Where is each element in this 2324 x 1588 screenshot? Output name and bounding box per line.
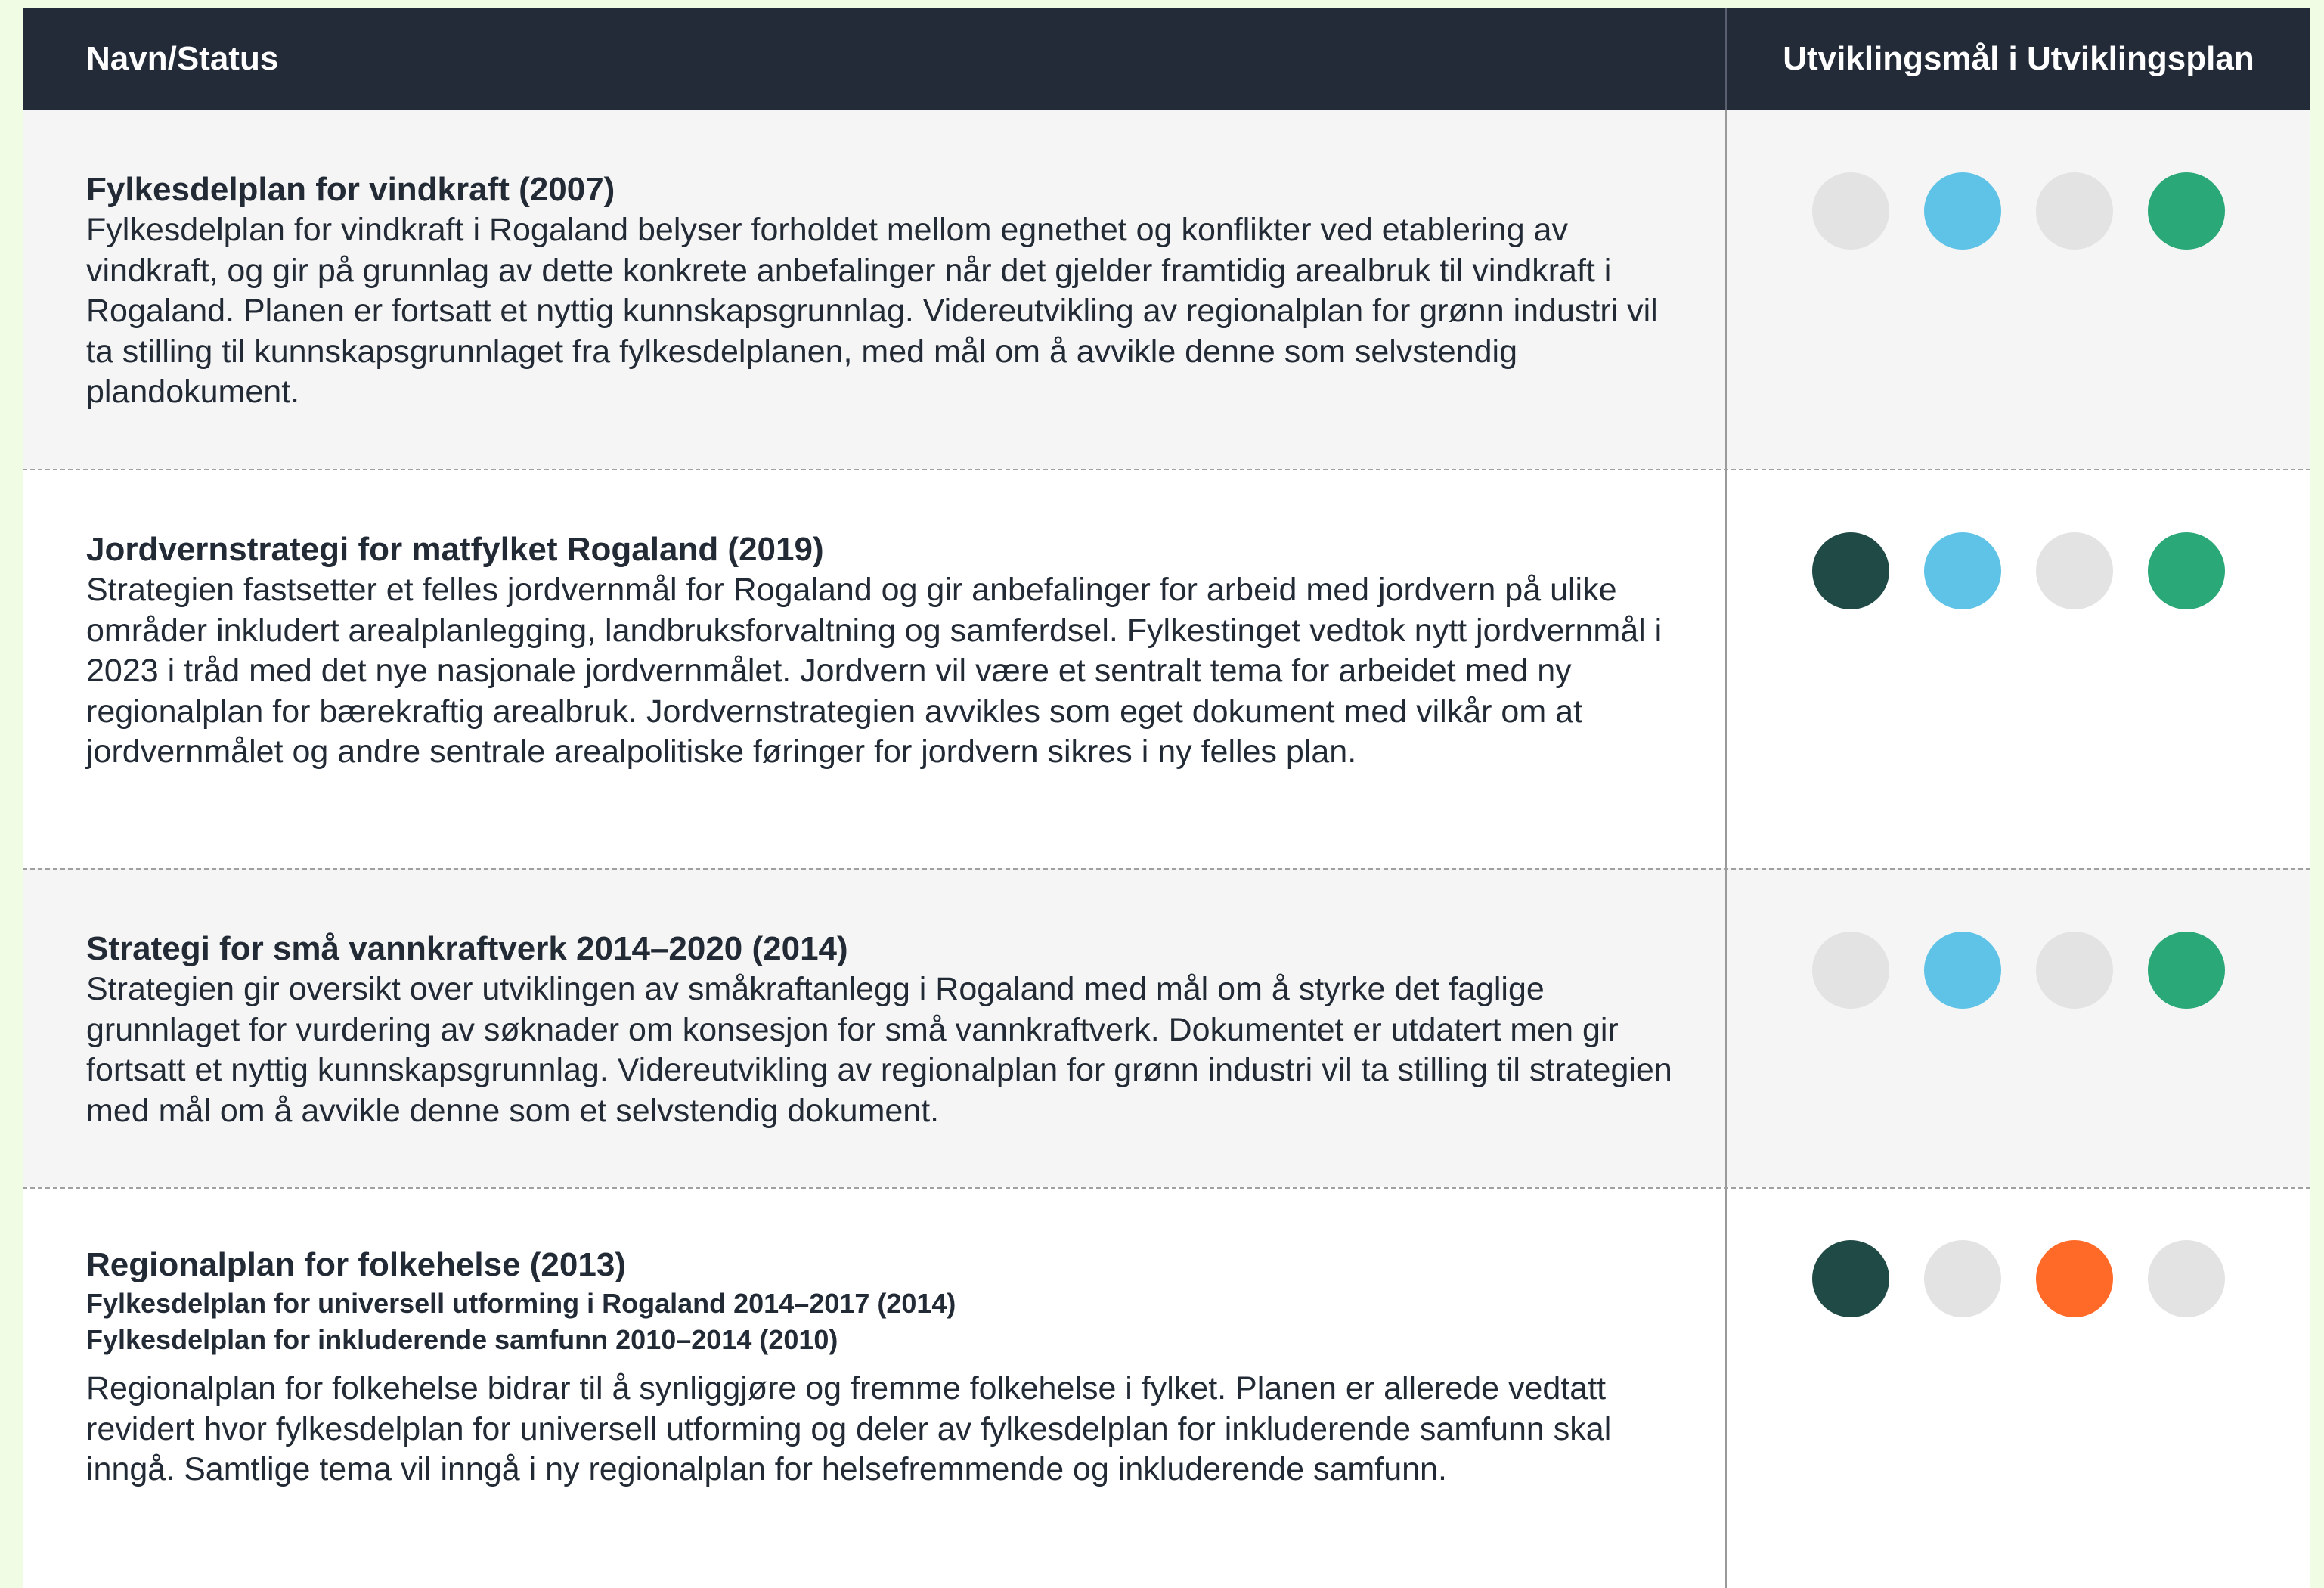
header-development-goals: Utviklingsmål i Utviklingsplan [1783,40,2254,77]
plan-description: Regionalplan for folkehelse bidrar til å… [86,1370,1612,1487]
goal-indicator-4 [2148,932,2225,1009]
name-status-cell: Jordvernstrategi for matfylket Rogaland … [23,470,1727,868]
goal-indicator-2 [1924,1240,2001,1317]
goal-indicator-2 [1924,932,2001,1009]
goal-indicator-1 [1812,1240,1889,1317]
goal-indicators [1812,172,2225,251]
goal-indicator-3 [2036,172,2113,250]
goals-cell [1727,470,2310,868]
table-row-jordvern: Jordvernstrategi for matfylket Rogaland … [23,469,2310,868]
plan-description: Strategien gir oversikt over utviklingen… [86,971,1672,1129]
header-name-status: Navn/Status [23,8,1727,110]
goals-cell [1727,1189,2310,1588]
plan-title: Fylkesdelplan for vindkraft (2007) [86,171,615,208]
plan-title: Strategi for små vannkraftverk 2014–2020… [86,930,848,967]
goal-indicator-1 [1812,172,1889,250]
table-header: Navn/Status Utviklingsmål i Utviklingspl… [23,8,2310,110]
goal-indicator-4 [2148,1240,2225,1317]
goal-indicators [1812,532,2225,611]
goal-indicator-1 [1812,532,1889,609]
goal-indicator-1 [1812,932,1889,1009]
goals-cell [1727,110,2310,469]
goal-indicator-4 [2148,532,2225,609]
related-plan-title: Fylkesdelplan for inkluderende samfunn 2… [86,1324,838,1355]
goal-indicator-2 [1924,532,2001,609]
related-plan-title: Fylkesdelplan for universell utforming i… [86,1288,956,1319]
related-plans: Fylkesdelplan for universell utforming i… [86,1286,1680,1358]
goal-indicator-3 [2036,932,2113,1009]
plan-status-table: Navn/Status Utviklingsmål i Utviklingspl… [23,8,2310,1588]
goal-indicators [1812,1240,2225,1319]
goal-indicator-2 [1924,172,2001,250]
table-row-folkehelse: Regionalplan for folkehelse (2013) Fylke… [23,1187,2310,1588]
plan-description: Strategien fastsetter et felles jordvern… [86,572,1662,770]
name-status-cell: Regionalplan for folkehelse (2013) Fylke… [23,1189,1727,1588]
table-row-vannkraft: Strategi for små vannkraftverk 2014–2020… [23,868,2310,1187]
plan-title: Jordvernstrategi for matfylket Rogaland … [86,531,824,568]
plan-title: Regionalplan for folkehelse (2013) [86,1246,626,1283]
goal-indicators [1812,932,2225,1010]
name-status-cell: Fylkesdelplan for vindkraft (2007) Fylke… [23,110,1727,469]
goals-cell [1727,870,2310,1187]
goal-indicator-4 [2148,172,2225,250]
name-status-cell: Strategi for små vannkraftverk 2014–2020… [23,870,1727,1187]
table-row-vindkraft: Fylkesdelplan for vindkraft (2007) Fylke… [23,110,2310,469]
goal-indicator-3 [2036,532,2113,609]
plan-description: Fylkesdelplan for vindkraft i Rogaland b… [86,212,1658,410]
goal-indicator-3 [2036,1240,2113,1317]
